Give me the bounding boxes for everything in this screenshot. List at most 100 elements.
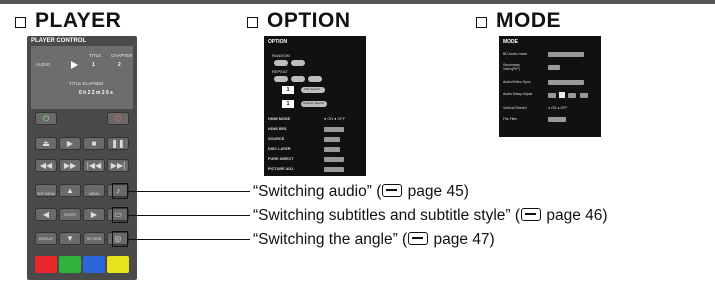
stop-icon: ■: [91, 139, 97, 148]
heading-mode-text: MODE: [496, 9, 561, 32]
skip-back-icon: |◀◀: [86, 161, 102, 170]
option-row-hdmi-res: HDMI RES: [268, 127, 287, 131]
up-button[interactable]: ▲: [59, 184, 81, 197]
audio-callout-line: [128, 191, 250, 192]
elapsed-label: TITLE ELAPSED: [69, 81, 104, 86]
top-menu-label: TOP MENU: [36, 192, 56, 196]
pause-icon: ❚❚: [111, 139, 125, 148]
skip-forward-button[interactable]: ▶▶|: [107, 159, 129, 172]
audio-delay-plus[interactable]: [568, 93, 576, 98]
subtitle-callout-line: [128, 215, 250, 216]
yellow-button[interactable]: [107, 256, 129, 273]
bd-audio-select[interactable]: [548, 52, 584, 57]
play-icon: ▶: [66, 139, 74, 148]
hdmi-res-select[interactable]: [324, 127, 344, 132]
chapter-value: 2: [118, 62, 121, 68]
down-button[interactable]: ▼: [59, 232, 81, 245]
pure-direct-select[interactable]: [324, 157, 344, 162]
menu-button[interactable]: MENU: [83, 184, 105, 197]
right-button[interactable]: ▶: [83, 208, 105, 221]
play-status-icon: [71, 61, 78, 69]
caption-angle-text: “Switching the angle” (: [253, 231, 408, 248]
disc-layer-select[interactable]: [324, 147, 340, 152]
heading-player-text: PLAYER: [35, 9, 122, 32]
checkbox-square-icon: [15, 16, 26, 28]
file-filter-select[interactable]: [548, 117, 566, 122]
title-search-label: Title Search: [304, 87, 320, 91]
checkbox-square-icon: [247, 16, 258, 28]
caption-audio-text: “Switching audio” (: [253, 183, 382, 200]
skip-forward-icon: ▶▶|: [110, 161, 126, 170]
caption-subtitle-page: page 46): [542, 207, 608, 224]
right-arrow-icon: ▶: [90, 210, 98, 219]
mode-row-file-filter: File Filter: [503, 117, 518, 121]
chapter-label: CHAPTER: [111, 53, 133, 58]
return-button[interactable]: RETURN: [83, 232, 105, 245]
source-select[interactable]: [324, 137, 340, 142]
stop-button[interactable]: ■: [83, 137, 105, 150]
enter-button[interactable]: ENTER: [59, 208, 81, 221]
rewind-icon: ◀◀: [39, 161, 53, 170]
up-arrow-icon: ▲: [66, 186, 74, 195]
option-panel: OPTION RANDOM REPEAT 1 Title Search 1 Ch…: [264, 36, 366, 176]
caption-subtitle: “Switching subtitles and subtitle style”…: [253, 207, 608, 225]
random-option-1[interactable]: [274, 60, 288, 66]
audio-callout-box: [112, 183, 128, 199]
checkbox-square-icon: [476, 16, 487, 28]
red-button[interactable]: [35, 256, 57, 273]
rewind-button[interactable]: ◀◀: [35, 159, 57, 172]
av-sync-select[interactable]: [548, 80, 584, 85]
chapter-number-field[interactable]: 1: [282, 100, 294, 108]
fast-forward-icon: ▶▶: [63, 161, 77, 170]
display-label: DISPLAY: [38, 237, 54, 241]
title-number-field[interactable]: 1: [282, 86, 294, 94]
picture-adj-select[interactable]: [324, 167, 344, 172]
title-label: TITLE: [89, 53, 102, 58]
option-row-picture-adj: PICTURE ADJ.: [268, 167, 295, 171]
mode-row-vertical-stretch: Vertical Stretch: [503, 106, 527, 110]
enter-label: ENTER: [64, 213, 76, 217]
option-title: OPTION: [268, 39, 288, 45]
hdmi-mode-radio[interactable]: ● ON ● OFF: [324, 117, 345, 121]
top-menu-button[interactable]: TOP MENU: [35, 184, 57, 197]
caption-angle: “Switching the angle” ( page 47): [253, 231, 495, 249]
option-row-source: SOURCE: [268, 137, 285, 141]
green-button[interactable]: [59, 256, 81, 273]
blue-button[interactable]: [83, 256, 105, 273]
fast-forward-button[interactable]: ▶▶: [59, 159, 81, 172]
vertical-stretch-radio[interactable]: ● ON ● OFF: [548, 106, 567, 110]
pointing-hand-icon: [382, 184, 403, 197]
pause-button[interactable]: ❚❚: [107, 137, 129, 150]
audio-delay-minus[interactable]: [548, 93, 556, 98]
audio-delay-set[interactable]: [580, 93, 588, 98]
power-icon: ⏻: [114, 114, 122, 123]
radio-off-label: OFF: [337, 117, 346, 121]
mode-row-bd-audio: BD Audio mode: [503, 52, 528, 56]
repeat-option-3[interactable]: [308, 76, 322, 82]
repeat-label: REPEAT: [272, 69, 288, 74]
mode-row-secondary-video: Secondary Video(PIP): [503, 63, 520, 71]
angle-callout-line: [128, 239, 250, 240]
top-rule: [0, 0, 715, 4]
left-button[interactable]: ◀: [35, 208, 57, 221]
display-button[interactable]: DISPLAY: [35, 232, 57, 245]
radio-off-label: OFF: [560, 106, 568, 110]
power-icon: ⏻: [42, 114, 50, 123]
skip-back-button[interactable]: |◀◀: [83, 159, 105, 172]
eject-button[interactable]: ⏏: [35, 137, 57, 150]
pointing-hand-icon: [408, 232, 429, 245]
repeat-option-1[interactable]: [274, 76, 288, 82]
caption-audio: “Switching audio” ( page 45): [253, 183, 469, 201]
angle-callout-box: [112, 231, 128, 247]
power-off-button[interactable]: ⏻: [107, 112, 129, 125]
heading-option-text: OPTION: [267, 9, 351, 32]
repeat-option-2[interactable]: [291, 76, 305, 82]
secondary-video-select[interactable]: [548, 65, 560, 70]
audio-label: AUDIO: [36, 62, 51, 67]
power-on-button[interactable]: ⏻: [35, 112, 57, 125]
play-button[interactable]: ▶: [59, 137, 81, 150]
eject-icon: ⏏: [42, 139, 50, 148]
heading-mode: MODE: [476, 9, 561, 33]
random-option-2[interactable]: [291, 60, 305, 66]
subtitle-callout-box: [112, 207, 128, 223]
